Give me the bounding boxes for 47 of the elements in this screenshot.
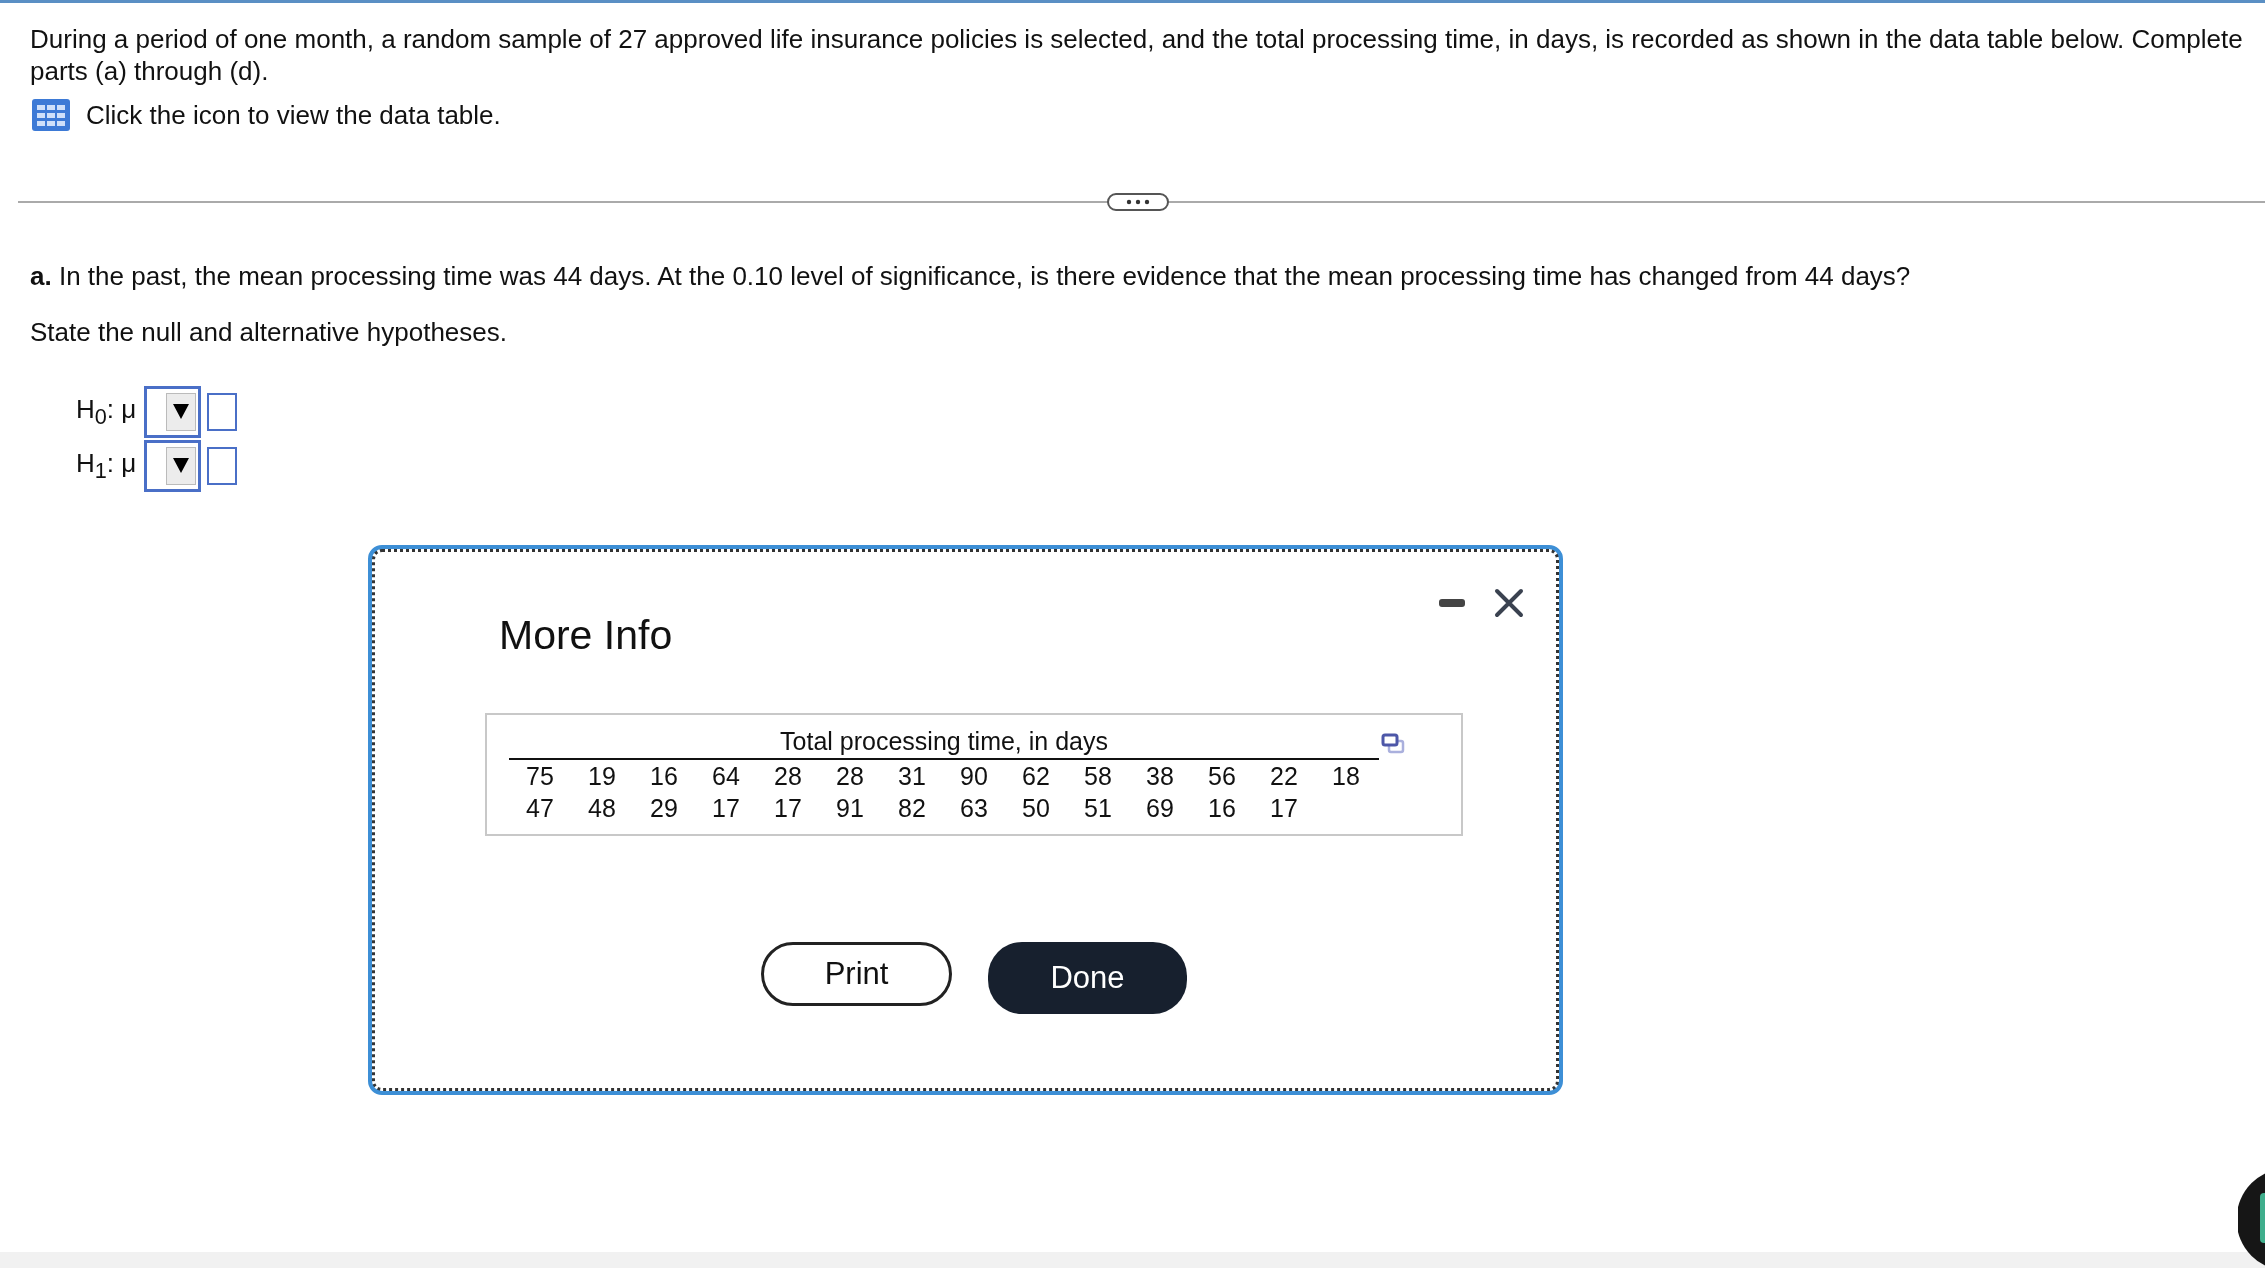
more-button[interactable]	[1107, 193, 1169, 211]
close-icon[interactable]	[1494, 588, 1524, 618]
print-button[interactable]: Print	[761, 942, 952, 1006]
table-cell-text: 47	[525, 793, 555, 824]
table-cell-text: 17	[711, 793, 741, 824]
table-icon[interactable]	[32, 99, 70, 131]
table-cell-text: 29	[649, 793, 679, 824]
table-cell-text: 51	[1083, 793, 1113, 824]
table-cell-text: 58	[1083, 761, 1113, 792]
minimize-icon[interactable]	[1438, 597, 1466, 609]
dialog-title: More Info	[499, 612, 674, 659]
instruction-text: State the null and alternative hypotheses.	[30, 317, 508, 348]
table-cell-text: 90	[959, 761, 989, 792]
relation-dropdown[interactable]	[144, 440, 201, 492]
table-cell-text: 18	[1331, 761, 1361, 792]
table-heading: Total processing time, in days	[509, 727, 1379, 760]
relation-dropdown[interactable]	[144, 386, 201, 438]
done-button[interactable]: Done	[988, 942, 1187, 1014]
table-cell-text: 56	[1207, 761, 1237, 792]
table-cell-text: 19	[587, 761, 617, 792]
table-cell-text: 16	[1207, 793, 1237, 824]
table-cell-text: 75	[525, 761, 555, 792]
table-cell-text: 62	[1021, 761, 1051, 792]
more-icon	[1126, 199, 1150, 205]
table-cell-text: 69	[1145, 793, 1175, 824]
table-cell-text: 38	[1145, 761, 1175, 792]
question-text: During a period of one month, a random sample of 27 approved life insurance policies is selected, and the total processing time, in days, is recorded as shown in the data table below. Complete parts (a) through (d).	[29, 23, 2244, 87]
data-table-link-text: Click the icon to view the data table.	[86, 99, 501, 131]
table-cell-text: 82	[897, 793, 927, 824]
table-cell-text: 48	[587, 793, 617, 824]
table-cell-text: 22	[1269, 761, 1299, 792]
table-cell-text: 64	[711, 761, 741, 792]
table-cell-text: 17	[1269, 793, 1299, 824]
table-cell-text: 31	[897, 761, 927, 792]
hypothesis-label: H$_{1}$: μ	[76, 447, 138, 485]
value-input[interactable]	[207, 393, 237, 431]
table-cell-text: 28	[835, 761, 865, 792]
hypothesis-label: H$_{0}$: μ	[76, 393, 138, 431]
table-cell-text: 91	[835, 793, 865, 824]
table-cell-text: 50	[1021, 793, 1051, 824]
value-input[interactable]	[207, 447, 237, 485]
table-cell-text: 28	[773, 761, 803, 792]
table-cell-text: 16	[649, 761, 679, 792]
copy-icon[interactable]	[1381, 733, 1405, 755]
table-cell-text: 63	[959, 793, 989, 824]
part-a-question: a. In the past, the mean processing time was 44 days. At the 0.10 level of significance, is there evidence that the mean processing time has changed from 44 days?	[30, 261, 1912, 292]
table-cell-text: 17	[773, 793, 803, 824]
